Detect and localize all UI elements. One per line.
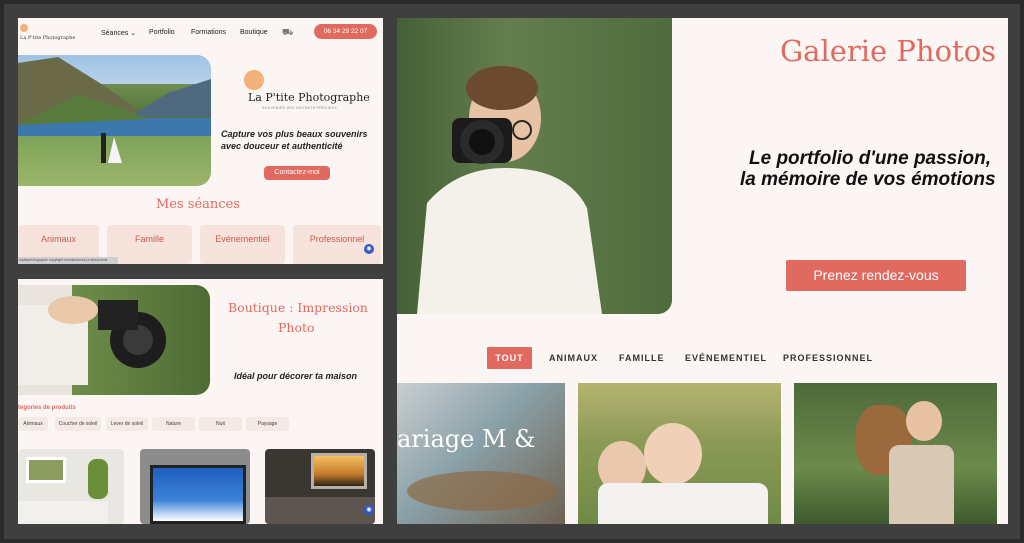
- photographer-photo: [397, 18, 672, 314]
- hero-headline-2: avec douceur et authenticité: [221, 141, 343, 151]
- nav-portfolio[interactable]: Portfolio: [149, 29, 175, 36]
- sofa: [18, 501, 108, 524]
- brand-flower-icon: [244, 70, 264, 90]
- cart-icon[interactable]: ⛟: [282, 27, 293, 39]
- header-logo[interactable]: La P'tite Photographe: [20, 35, 75, 41]
- product-sky-print[interactable]: [140, 449, 250, 524]
- product-living-room[interactable]: [18, 449, 124, 524]
- hero-headline-1: Capture vos plus beaux souvenirs: [221, 129, 368, 139]
- card-label: Professionnel: [309, 234, 365, 244]
- card-label: Animaux: [40, 234, 76, 244]
- nav-formations[interactable]: Formations: [191, 29, 226, 36]
- tab-famille[interactable]: FAMILLE: [619, 353, 665, 363]
- gallery-panel: Galerie Photos Le portfolio d'une passio…: [397, 18, 1008, 524]
- gallery-tagline-1: Le portfolio d'une passion,: [749, 148, 992, 169]
- card-famille[interactable]: Famille: [107, 225, 192, 264]
- nav-seances[interactable]: Séances ⌄: [101, 29, 136, 37]
- framed-print: [26, 457, 66, 483]
- chip-lever[interactable]: Lever de soleil: [106, 417, 148, 431]
- camera-photo: [18, 285, 210, 395]
- child-clothes: [598, 483, 768, 524]
- gallery-tagline-2: la mémoire de vos émotions: [740, 169, 996, 190]
- chat-widget-icon[interactable]: ◉: [364, 244, 374, 254]
- product-sunset-print[interactable]: [265, 449, 375, 524]
- hero-wedding-photo: [18, 55, 211, 186]
- tab-tout[interactable]: TOUT: [487, 347, 532, 369]
- brand-tagline: SOUVENIRS DES INSTANTS PRÉCIEUX: [262, 106, 337, 110]
- table-decor: [407, 471, 557, 511]
- sunset-print: [311, 453, 367, 489]
- status-bar: laptitephotographe copyright mesfiseance…: [18, 257, 118, 264]
- chat-widget-icon[interactable]: ◉: [364, 505, 374, 515]
- brand-logo: La P'tite Photographe: [248, 91, 370, 104]
- homepage-panel: La P'tite Photographe Séances ⌄ Portfoli…: [18, 18, 383, 264]
- shop-title-1: Boutique : Impression: [228, 300, 368, 315]
- tab-evenementiel[interactable]: EVÉNEMENTIEL: [685, 353, 767, 363]
- chip-coucher[interactable]: Coucher de soleil: [55, 417, 101, 431]
- card-evenementiel[interactable]: Evénementiel: [200, 225, 285, 264]
- chevron-down-icon: ⌄: [130, 30, 137, 37]
- photographer-illustration: [397, 18, 672, 314]
- card-label: Famille: [134, 234, 164, 244]
- plant: [88, 459, 108, 499]
- gallery-caption: ariage M &: [397, 425, 536, 453]
- shop-title-2: Photo: [278, 320, 315, 335]
- boy-shirt: [889, 445, 954, 524]
- logo-flower-icon: [20, 24, 28, 32]
- categories-label: tegories de produits: [18, 405, 76, 411]
- contact-button[interactable]: Contactez-moi: [264, 166, 330, 180]
- sky-print: [150, 465, 246, 524]
- tab-professionnel[interactable]: PROFESSIONNEL: [783, 353, 873, 363]
- gallery-item-wedding[interactable]: ariage M &: [397, 383, 565, 524]
- mountain-illustration: [18, 57, 211, 163]
- shop-subtitle: Idéal pour décorer ta maison: [234, 371, 358, 381]
- shop-panel: Boutique : Impression Photo Idéal pour d…: [18, 279, 383, 524]
- gallery-title: Galerie Photos: [780, 34, 997, 68]
- book-appointment-button[interactable]: Prenez rendez-vous: [786, 260, 966, 291]
- nav-boutique[interactable]: Boutique: [240, 29, 268, 36]
- gallery-item-family[interactable]: [578, 383, 781, 524]
- table: [265, 497, 375, 524]
- camera-illustration: [18, 296, 166, 385]
- tab-animaux[interactable]: ANIMAUX: [549, 353, 598, 363]
- phone-button[interactable]: 06 34 29 22 07: [314, 24, 377, 39]
- chip-nature[interactable]: Nature: [152, 417, 195, 431]
- chip-paysage[interactable]: Paysage: [246, 417, 289, 431]
- sessions-title: Mes séances: [156, 197, 240, 212]
- card-label: Evénementiel: [215, 234, 270, 244]
- chip-nuit[interactable]: Nuit: [199, 417, 242, 431]
- boy-face: [906, 401, 942, 441]
- gallery-item-animals[interactable]: [794, 383, 997, 524]
- chip-animaux[interactable]: Animaux: [18, 417, 48, 431]
- child-face-2: [644, 423, 702, 485]
